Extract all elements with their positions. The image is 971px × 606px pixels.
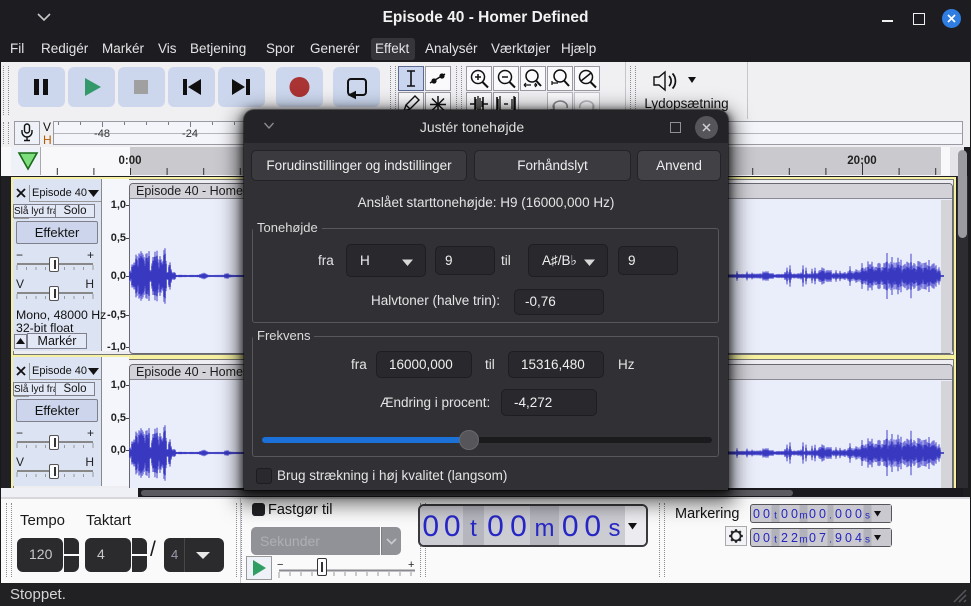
svg-text:m: m (799, 511, 807, 522)
svg-text:0: 0 (422, 510, 439, 543)
svg-text:.: . (829, 535, 832, 546)
svg-text:7: 7 (819, 531, 826, 545)
svg-text:0: 0 (809, 531, 816, 545)
svg-text:0: 0 (819, 507, 826, 521)
svg-text:0: 0 (562, 510, 579, 543)
svg-text:2: 2 (791, 531, 798, 545)
svg-text:0: 0 (855, 507, 862, 521)
svg-text:0: 0 (510, 510, 527, 543)
svg-text:2: 2 (781, 531, 788, 545)
svg-text:m: m (535, 515, 555, 542)
svg-text:-48: -48 (94, 128, 110, 140)
svg-text:0:00: 0:00 (118, 155, 141, 167)
svg-text:0: 0 (845, 507, 852, 521)
svg-text:.: . (829, 511, 832, 522)
svg-text:0: 0 (781, 507, 788, 521)
svg-text:s: s (609, 515, 621, 542)
svg-text:4: 4 (855, 531, 862, 545)
svg-text:0: 0 (763, 507, 770, 521)
svg-text:s: s (865, 511, 870, 522)
svg-text:t: t (774, 511, 777, 522)
svg-text:-24: -24 (182, 128, 198, 140)
svg-text:0: 0 (763, 531, 770, 545)
svg-text:0: 0 (444, 510, 461, 543)
svg-text:0: 0 (753, 531, 760, 545)
svg-text:0: 0 (835, 507, 842, 521)
svg-text:20:00: 20:00 (847, 155, 876, 167)
svg-text:0: 0 (487, 510, 504, 543)
svg-text:s: s (865, 535, 870, 546)
svg-text:t: t (774, 535, 777, 546)
svg-text:0: 0 (845, 531, 852, 545)
svg-text:0: 0 (584, 510, 601, 543)
svg-text:9: 9 (835, 531, 842, 545)
svg-text:t: t (470, 515, 477, 542)
svg-text:0: 0 (791, 507, 798, 521)
svg-text:0: 0 (753, 507, 760, 521)
svg-text:m: m (799, 535, 807, 546)
svg-text:0: 0 (809, 507, 816, 521)
